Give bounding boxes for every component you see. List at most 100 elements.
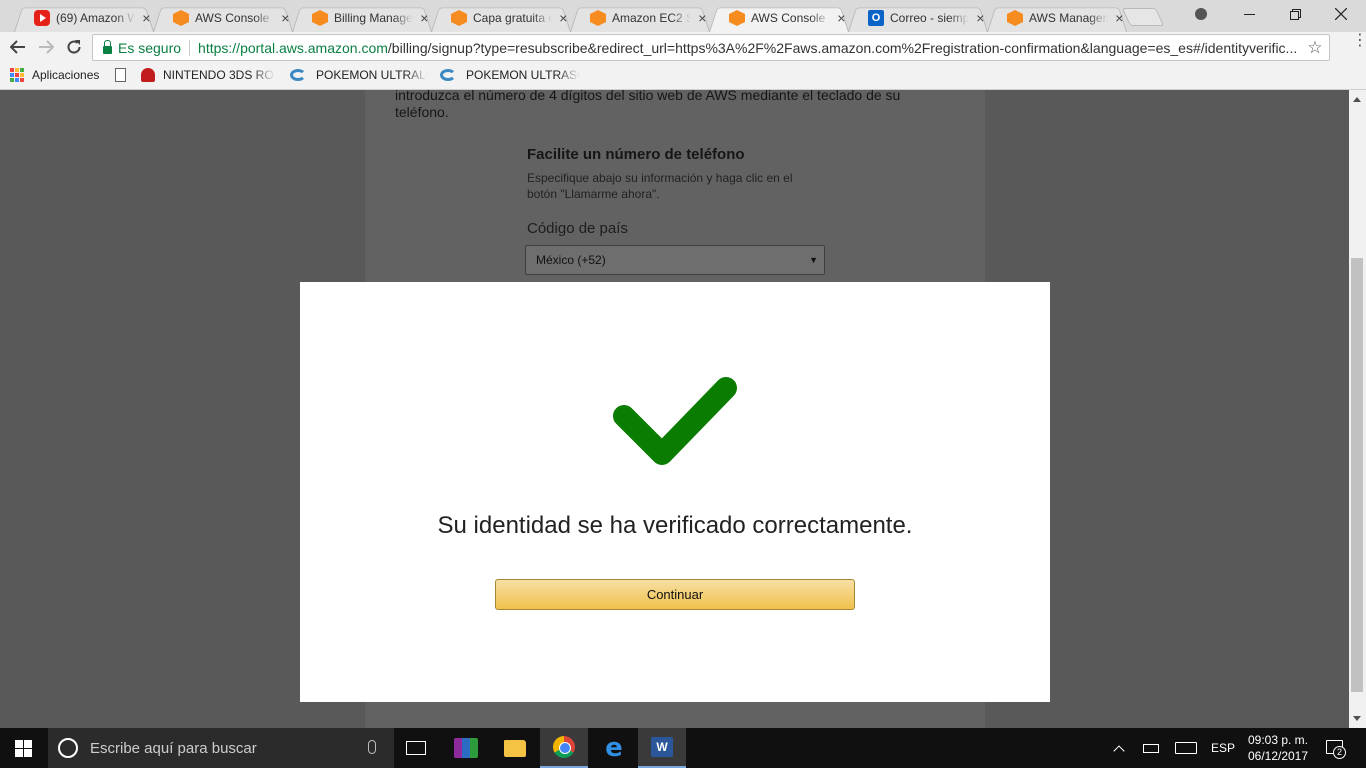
- cortana-icon: [58, 738, 78, 758]
- search-placeholder: Escribe aquí para buscar: [90, 739, 257, 757]
- winrar-button[interactable]: [442, 728, 490, 768]
- tab-label: AWS Console -: [751, 11, 830, 25]
- touch-keyboard-button[interactable]: [1172, 728, 1200, 768]
- bookmark-file[interactable]: [115, 68, 126, 82]
- tab-8[interactable]: AWS Managem ×: [987, 4, 1127, 32]
- scroll-down-arrow-icon[interactable]: [1353, 716, 1361, 721]
- bookmarks-bar: Aplicaciones NINTENDO 3DS ROM POKEMON UL…: [0, 62, 1366, 90]
- bookmark-pokemon-ultraluna[interactable]: POKEMON ULTRALUN: [290, 68, 428, 82]
- task-view-button[interactable]: [392, 728, 440, 768]
- minimize-icon: [1243, 13, 1255, 15]
- power-tray-button[interactable]: [1138, 728, 1164, 768]
- tab-5[interactable]: Amazon EC2 S ×: [570, 4, 710, 32]
- tab-1[interactable]: (69) Amazon W ×: [14, 4, 154, 32]
- tab-3[interactable]: Billing Manage ×: [292, 4, 432, 32]
- folder-icon: [504, 739, 526, 757]
- page-scrollbar[interactable]: [1349, 90, 1366, 728]
- scroll-thumb[interactable]: [1351, 258, 1363, 692]
- phone-help-line-2: botón "Llamarme ahora".: [527, 187, 660, 201]
- tab-2[interactable]: AWS Console - ×: [153, 4, 293, 32]
- bookmark-label: NINTENDO 3DS ROM: [163, 68, 275, 82]
- country-label: Código de país: [527, 220, 628, 237]
- windows-start-icon[interactable]: [15, 740, 32, 757]
- outlook-icon: O: [868, 10, 884, 26]
- tab-label: AWS Managem: [1029, 11, 1108, 25]
- scroll-up-arrow-icon[interactable]: [1353, 97, 1361, 102]
- mario-icon: [141, 68, 155, 82]
- close-icon[interactable]: ×: [556, 10, 571, 26]
- instruction-line-2: teléfono.: [395, 104, 449, 120]
- document-icon: [115, 68, 126, 82]
- secure-label: Es seguro: [118, 39, 191, 56]
- address-bar[interactable]: Es seguro https://portal.aws.amazon.com/…: [92, 34, 1330, 61]
- checkmark-icon: [613, 377, 737, 465]
- show-hidden-icons-button[interactable]: [1106, 728, 1132, 768]
- continue-button[interactable]: Continuar: [495, 579, 855, 610]
- clock-time: 09:03 p. m.: [1247, 733, 1309, 747]
- profile-icon: [1195, 8, 1207, 20]
- success-message: Su identidad se ha verificado correctame…: [437, 512, 913, 539]
- menu-dots-icon[interactable]: ⋮: [1352, 33, 1366, 49]
- clock-date: 06/12/2017: [1247, 749, 1309, 763]
- reload-button[interactable]: [62, 36, 86, 58]
- bookmark-star-icon[interactable]: ☆: [1301, 38, 1329, 58]
- back-arrow-icon: [9, 40, 25, 54]
- notification-count-badge: 2: [1333, 746, 1346, 759]
- pokemon-icon: [290, 69, 306, 81]
- tab-label: AWS Console -: [195, 11, 274, 25]
- tab-4[interactable]: Capa gratuita d ×: [431, 4, 571, 32]
- tab-label: Billing Manage: [334, 11, 413, 25]
- bookmark-nintendo[interactable]: NINTENDO 3DS ROM: [141, 68, 275, 82]
- dropdown-caret-icon: ▼: [809, 255, 818, 265]
- winrar-icon: [454, 738, 478, 758]
- country-select-value: México (+52): [536, 253, 606, 267]
- taskbar-search[interactable]: Escribe aquí para buscar: [48, 728, 394, 768]
- close-window-button[interactable]: [1318, 0, 1364, 28]
- chrome-button[interactable]: [540, 728, 588, 768]
- forward-button[interactable]: [34, 36, 58, 58]
- word-button[interactable]: W: [638, 728, 686, 768]
- tab-6-active[interactable]: AWS Console - ×: [709, 4, 849, 32]
- bookmark-apps[interactable]: Aplicaciones: [10, 68, 99, 82]
- new-tab-button[interactable]: [1121, 8, 1165, 26]
- tab-strip: (69) Amazon W × AWS Console - × Billing …: [0, 0, 1366, 32]
- windows-taskbar: Escribe aquí para buscar e W ESP 09:03 p…: [0, 728, 1366, 768]
- close-icon[interactable]: ×: [1112, 10, 1127, 26]
- url-text[interactable]: https://portal.aws.amazon.com/billing/si…: [198, 40, 1301, 56]
- bookmark-pokemon-ultrasol[interactable]: POKEMON ULTRASOL: [440, 68, 580, 82]
- input-language-button[interactable]: ESP: [1206, 728, 1240, 768]
- edge-button[interactable]: e: [590, 728, 638, 768]
- url-host: https://portal.aws.amazon.com: [198, 39, 388, 56]
- profile-button[interactable]: [1178, 0, 1224, 28]
- youtube-icon: [34, 10, 50, 26]
- browser-toolbar: Es seguro https://portal.aws.amazon.com/…: [0, 32, 1366, 62]
- close-icon[interactable]: ×: [139, 10, 154, 26]
- clock[interactable]: 09:03 p. m. 06/12/2017: [1242, 732, 1314, 764]
- pokemon-icon: [440, 69, 456, 81]
- apps-grid-icon: [10, 68, 24, 82]
- tab-7[interactable]: O Correo - siemp ×: [848, 4, 988, 32]
- back-button[interactable]: [6, 36, 30, 58]
- word-icon: W: [651, 737, 673, 757]
- country-select[interactable]: México (+52) ▼: [525, 245, 825, 275]
- close-icon: [1335, 8, 1347, 20]
- verification-success-modal: Su identidad se ha verificado correctame…: [300, 282, 1050, 702]
- battery-icon: [1143, 743, 1159, 753]
- tab-label: (69) Amazon W: [56, 11, 135, 25]
- edge-icon: e: [605, 733, 623, 763]
- phone-help-line-1: Especifique abajo su información y haga …: [527, 171, 793, 185]
- close-icon[interactable]: ×: [695, 10, 710, 26]
- instruction-line-1: introduzca el número de 4 dígitos del si…: [395, 90, 901, 103]
- close-icon[interactable]: ×: [973, 10, 988, 26]
- close-icon[interactable]: ×: [834, 10, 849, 26]
- close-icon[interactable]: ×: [417, 10, 432, 26]
- reload-icon: [67, 40, 81, 54]
- url-path: /billing/signup?type=resubscribe&redirec…: [387, 39, 1298, 56]
- microphone-icon[interactable]: [368, 740, 376, 754]
- task-view-icon: [406, 741, 426, 755]
- file-explorer-button[interactable]: [491, 728, 539, 768]
- keyboard-icon: [1175, 742, 1197, 754]
- close-icon[interactable]: ×: [278, 10, 293, 26]
- minimize-button[interactable]: [1226, 0, 1272, 28]
- restore-button[interactable]: [1272, 0, 1318, 28]
